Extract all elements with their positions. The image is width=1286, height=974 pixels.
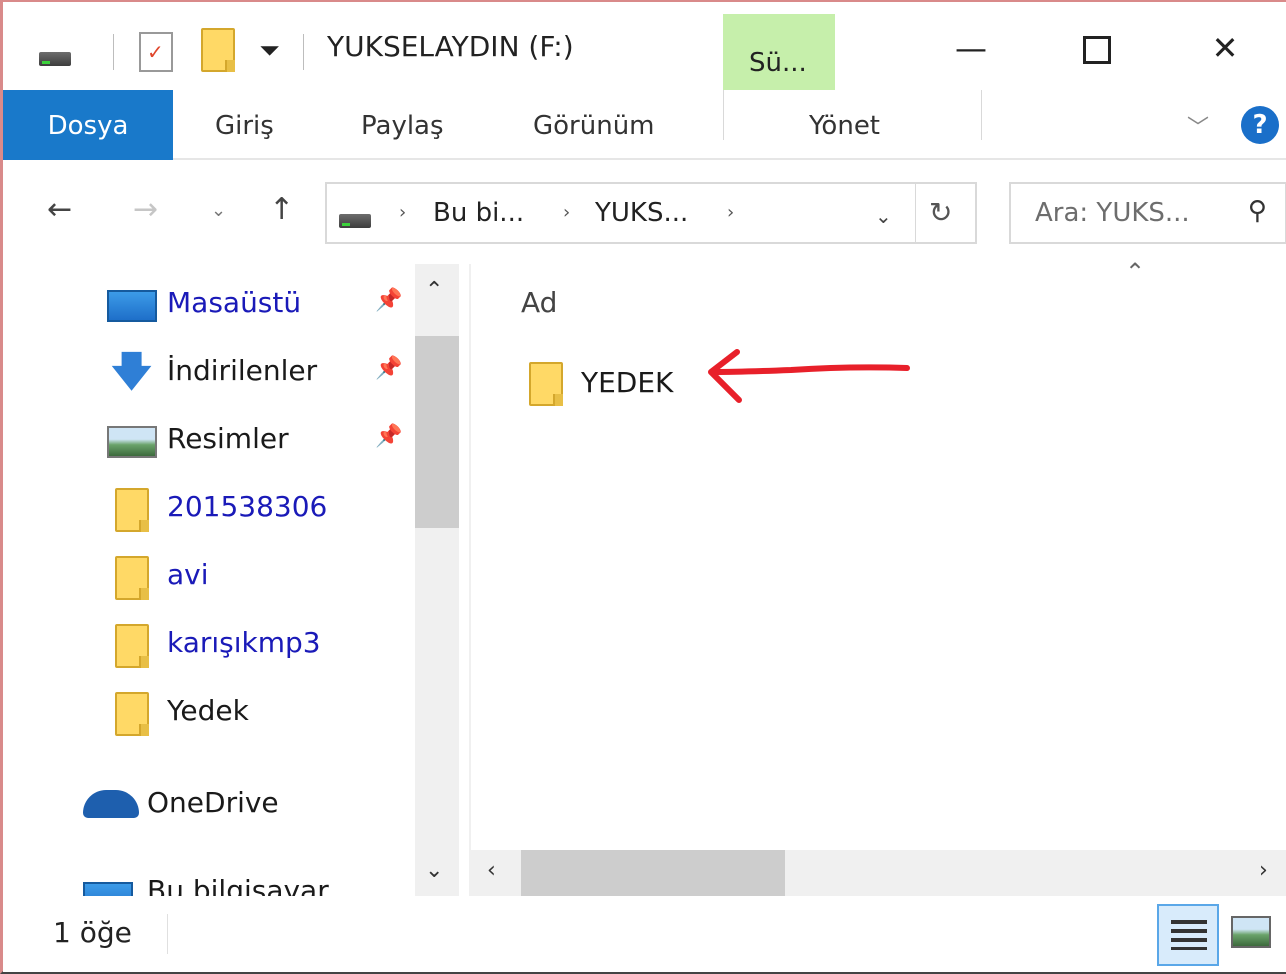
minimize-button[interactable]: — [935,20,1007,76]
ribbon-separator [981,90,982,140]
nav-item-label: Masaüstü [167,286,302,319]
maximize-button[interactable] [1061,20,1133,76]
folder-icon [115,624,149,668]
large-icons-view-icon[interactable] [1231,916,1271,948]
new-folder-icon[interactable] [201,28,235,72]
nav-item-downloads[interactable]: 🡇 İndirilenler 📌 [3,338,413,398]
search-input[interactable]: Ara: YUKS... ⚲ [1009,182,1286,244]
nav-item-label: 201538306 [167,490,328,523]
breadcrumb-drive[interactable]: YUKS... [595,198,688,228]
pin-icon[interactable]: 📌 [375,288,402,313]
scroll-left-icon[interactable]: ‹ [487,858,496,883]
refresh-icon[interactable]: ↻ [929,196,952,229]
title-bar: ⏷ YUKSELAYDIN (F:) Sü... — ✕ [3,2,1286,92]
breadcrumb-chevron-icon[interactable]: › [399,202,406,223]
nav-item-onedrive[interactable]: OneDrive [3,770,413,830]
address-divider [915,184,916,242]
navigation-bar: ← → ⌄ ↑ › Bu bi... › YUKS... › ⌄ ↻ Ara: … [3,162,1286,262]
toolbar-separator [303,34,304,70]
scrollbar-thumb[interactable] [415,336,459,528]
status-bar: 1 öğe [3,898,1286,972]
window-title: YUKSELAYDIN (F:) [327,30,574,63]
drive-icon[interactable] [39,52,71,66]
tab-view[interactable]: Görünüm [533,90,655,160]
tab-home[interactable]: Giriş [215,90,274,160]
list-item[interactable]: YEDEK [523,354,703,410]
red-annotation-arrow-icon [708,349,910,403]
this-pc-icon [83,882,133,896]
search-placeholder: Ara: YUKS... [1035,198,1190,228]
nav-item-folder-karisikmp3[interactable]: karışıkmp3 [3,610,413,670]
address-bar[interactable]: › Bu bi... › YUKS... › ⌄ ↻ [325,182,977,244]
search-icon[interactable]: ⚲ [1248,196,1267,226]
close-button[interactable]: ✕ [1189,20,1261,76]
breadcrumb-chevron-icon[interactable]: › [563,202,570,223]
onedrive-icon [83,790,139,818]
back-arrow-icon[interactable]: ← [47,192,72,227]
ribbon-tabs: Dosya Giriş Paylaş Görünüm Yönet ﹀ ? [3,90,1286,160]
ribbon-separator [723,90,724,140]
breadcrumb-chevron-icon[interactable]: › [727,202,734,223]
drive-tools-tab[interactable]: Sü... [723,14,835,92]
nav-item-label: Yedek [167,694,249,727]
pin-icon[interactable]: 📌 [375,356,402,381]
recent-locations-chevron-icon[interactable]: ⌄ [211,200,226,221]
sort-chevron-icon: ⌃ [1125,258,1146,286]
forward-arrow-icon[interactable]: → [133,192,158,227]
nav-item-folder-201538306[interactable]: 201538306 [3,474,413,534]
status-separator [167,914,168,954]
download-icon: 🡇 [111,349,153,395]
details-view-icon[interactable] [1157,904,1219,966]
tab-file[interactable]: Dosya [3,90,173,160]
nav-item-label: karışıkmp3 [167,626,321,659]
file-list-horizontal-scrollbar[interactable]: ‹ › [471,850,1286,896]
properties-icon[interactable] [139,32,173,72]
maximize-icon [1083,36,1111,64]
nav-item-label: OneDrive [147,786,279,819]
drive-icon [339,214,371,228]
quick-access-dropdown-icon[interactable]: ⏷ [259,36,280,67]
scrollbar-thumb[interactable] [521,850,785,896]
scroll-up-icon[interactable]: ⌃ [425,278,443,303]
tab-manage[interactable]: Yönet [809,90,880,160]
tab-share[interactable]: Paylaş [361,90,444,160]
help-icon[interactable]: ? [1241,106,1279,144]
scroll-down-icon[interactable]: ⌄ [425,858,443,883]
nav-pane-scrollbar[interactable]: ⌃ ⌄ [415,264,459,896]
column-header-name[interactable]: Ad [521,286,557,319]
folder-icon [529,362,563,406]
up-arrow-icon[interactable]: ↑ [269,192,294,227]
nav-item-this-pc[interactable]: Bu bilgisayar [3,854,413,896]
item-count: 1 öğe [53,916,132,949]
explorer-window: ⏷ YUKSELAYDIN (F:) Sü... — ✕ Dosya Giriş… [0,0,1286,974]
address-dropdown-icon[interactable]: ⌄ [875,204,892,228]
file-name: YEDEK [581,366,674,399]
nav-item-folder-avi[interactable]: avi [3,542,413,602]
navigation-pane: Masaüstü 📌 🡇 İndirilenler 📌 Resimler 📌 2… [3,264,461,896]
breadcrumb-this-pc[interactable]: Bu bi... [433,198,524,228]
nav-item-label: Bu bilgisayar [147,874,329,896]
drive-tools-label: Sü... [749,48,807,78]
file-list-pane: ⌃ Ad YEDEK ‹ › [471,258,1286,896]
toolbar-separator [113,34,114,70]
scroll-right-icon[interactable]: › [1259,858,1268,883]
nav-item-desktop[interactable]: Masaüstü 📌 [3,270,413,330]
folder-icon [115,556,149,600]
nav-item-label: İndirilenler [167,354,318,387]
nav-item-label: avi [167,558,209,591]
desktop-icon [107,290,157,322]
folder-icon [115,692,149,736]
nav-item-label: Resimler [167,422,289,455]
nav-item-pictures[interactable]: Resimler 📌 [3,406,413,466]
pictures-icon [107,426,157,458]
pin-icon[interactable]: 📌 [375,424,402,449]
nav-item-folder-yedek[interactable]: Yedek [3,678,413,738]
folder-icon [115,488,149,532]
expand-ribbon-chevron-icon[interactable]: ﹀ [1187,110,1209,142]
